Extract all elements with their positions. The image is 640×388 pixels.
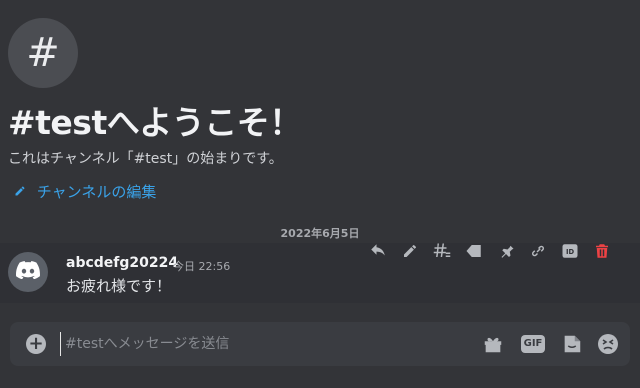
edit-channel-label: チャンネルの編集 — [36, 183, 157, 201]
add-attachment-icon[interactable]: + — [26, 334, 46, 354]
message-text: お疲れ様です！ — [66, 277, 172, 295]
svg-text:ID: ID — [566, 248, 575, 256]
channel-hash-icon: # — [8, 18, 78, 88]
gift-icon[interactable] — [480, 331, 506, 357]
edit-icon[interactable] — [398, 239, 422, 263]
pin-icon[interactable] — [494, 239, 518, 263]
sticker-icon[interactable] — [559, 331, 585, 357]
gif-label: GIF — [521, 335, 545, 353]
message-toolbar: ID — [366, 238, 622, 264]
avatar[interactable] — [8, 252, 48, 292]
reply-icon[interactable] — [366, 239, 390, 263]
thread-icon[interactable] — [430, 239, 454, 263]
welcome-title: #testへようこそ！ — [8, 103, 302, 142]
link-icon[interactable] — [526, 239, 550, 263]
welcome-description: これはチャンネル「#test」の始まりです。 — [8, 151, 283, 167]
discord-logo-icon — [16, 261, 40, 283]
id-icon[interactable]: ID — [558, 239, 582, 263]
message-timestamp: 今日 22:56 — [173, 260, 231, 273]
message-input[interactable] — [60, 332, 475, 356]
edit-channel-link[interactable]: チャンネルの編集 — [14, 181, 156, 202]
emoji-icon[interactable] — [595, 331, 621, 357]
delete-icon[interactable] — [590, 239, 614, 263]
message-username[interactable]: abcdefg20224 — [66, 255, 178, 271]
tag-icon[interactable] — [462, 239, 486, 263]
gif-button[interactable]: GIF — [520, 331, 546, 357]
pencil-icon — [14, 183, 31, 201]
